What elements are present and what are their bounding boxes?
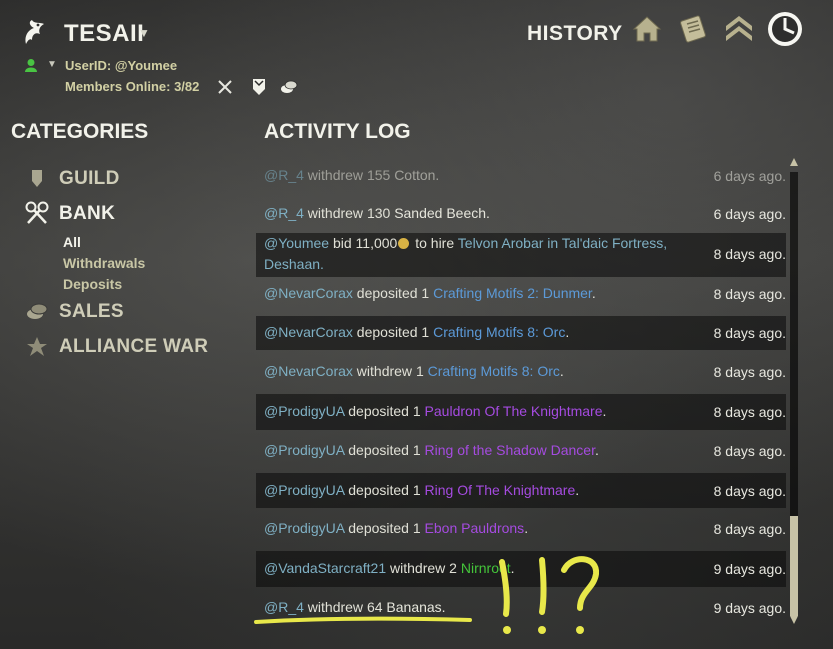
log-qty: 1: [412, 442, 421, 458]
coins-icon: [27, 303, 48, 319]
log-item[interactable]: Ring Of The Knightmare: [425, 482, 576, 498]
log-item[interactable]: Crafting Motifs 2: Dunmer: [433, 285, 592, 301]
log-user[interactable]: @NevarCorax: [264, 363, 353, 379]
log-row: @R_4 withdrew 130 Sanded Beech. 6 days a…: [256, 198, 786, 230]
log-qty: 1: [412, 520, 421, 536]
guild-history-icon[interactable]: [766, 10, 804, 48]
log-user[interactable]: @R_4: [264, 205, 304, 221]
alliance-icon: [27, 337, 47, 356]
log-time: 8 days ago.: [713, 521, 786, 537]
category-bank[interactable]: BANK: [59, 203, 115, 225]
log-row: @R_4 withdrew 155 Cotton. 6 days ago.: [256, 160, 786, 192]
log-row: @ProdigyUA deposited 1 Ring Of The Knigh…: [256, 473, 786, 508]
guild-select-chevron-icon[interactable]: ▼: [138, 26, 150, 40]
log-row: @NevarCorax withdrew 1 Crafting Motifs 8…: [264, 363, 786, 380]
user-status-icon[interactable]: [24, 58, 38, 72]
coins-icon: [281, 80, 298, 93]
log-time: 8 days ago.: [713, 325, 786, 341]
category-sales[interactable]: SALES: [59, 301, 124, 323]
log-qty: 1: [415, 363, 424, 379]
log-action: withdrew: [307, 167, 364, 183]
status-chevron-down-icon[interactable]: ▼: [47, 59, 57, 70]
log-user[interactable]: @ProdigyUA: [264, 520, 344, 536]
log-user[interactable]: @NevarCorax: [264, 285, 353, 301]
log-qty: 1: [421, 324, 430, 340]
log-item[interactable]: Pauldron Of The Knightmare: [425, 403, 603, 419]
log-item[interactable]: Crafting Motifs 8: Orc: [428, 363, 560, 379]
log-user[interactable]: @Youmee: [264, 235, 329, 251]
log-time: 8 days ago.: [713, 404, 786, 420]
shield-banner-icon: [253, 79, 265, 95]
log-trader-name[interactable]: Telvon Arobar in Tal'daic Fortress,: [458, 235, 667, 251]
log-row: @ProdigyUA deposited 1 Pauldron Of The K…: [256, 394, 786, 430]
scroll-icon[interactable]: [676, 12, 710, 46]
log-qty: 1: [421, 285, 430, 301]
log-time: 8 days ago.: [713, 443, 786, 459]
gold-coin-icon: [398, 238, 410, 249]
log-time: 6 days ago.: [713, 206, 786, 222]
log-user[interactable]: @R_4: [264, 167, 304, 183]
log-action: withdrew: [356, 363, 413, 379]
members-online: Members Online: 3/82: [65, 79, 200, 94]
log-action: bid: [332, 235, 352, 251]
bank-sub-withdrawals[interactable]: Withdrawals: [63, 255, 145, 271]
log-trader-location[interactable]: Deshaan.: [264, 256, 324, 272]
scroll-up-arrow-icon[interactable]: [790, 156, 798, 168]
crossed-keys-icon: [218, 80, 232, 94]
log-action: deposited: [348, 482, 409, 498]
shield-icon: [32, 170, 42, 187]
categories-title: CATEGORIES: [11, 120, 149, 143]
category-guild[interactable]: GUILD: [59, 168, 120, 190]
log-row: @ProdigyUA deposited 1 Ebon Pauldrons. 8…: [264, 520, 786, 537]
scrollbar-thumb[interactable]: [790, 516, 798, 616]
keys-icon: [25, 201, 49, 224]
activity-log-title: ACTIVITY LOG: [264, 120, 411, 143]
log-row: @NevarCorax deposited 1 Crafting Motifs …: [264, 285, 786, 302]
bank-sub-all[interactable]: All: [63, 234, 81, 250]
log-action: withdrew: [307, 205, 364, 221]
log-time: 8 days ago.: [713, 286, 786, 302]
handdrawn-annotation: [254, 556, 599, 634]
log-row: @ProdigyUA deposited 1 Ring of the Shado…: [264, 442, 786, 459]
user-id: UserID: @Youmee: [65, 58, 178, 73]
log-action: deposited: [348, 520, 409, 536]
log-user[interactable]: @ProdigyUA: [264, 442, 344, 458]
log-item: Sanded Beech.: [394, 205, 490, 221]
log-time: 6 days ago.: [713, 168, 786, 184]
log-action: deposited: [356, 285, 418, 301]
log-user[interactable]: @ProdigyUA: [264, 403, 344, 419]
log-item[interactable]: Ring of the Shadow Dancer: [425, 442, 595, 458]
log-row: @NevarCorax deposited 1 Crafting Motifs …: [256, 316, 786, 350]
log-item[interactable]: Ebon Pauldrons: [425, 520, 525, 536]
log-row: @Youmee bid 11,000 to hire Telvon Arobar…: [256, 233, 786, 277]
log-action: deposited: [356, 324, 418, 340]
bank-sub-deposits[interactable]: Deposits: [63, 276, 122, 292]
log-qty: 1: [412, 482, 421, 498]
log-user[interactable]: @ProdigyUA: [264, 482, 344, 498]
log-time: 9 days ago.: [713, 600, 786, 616]
log-time: 9 days ago.: [713, 561, 786, 577]
home-icon[interactable]: [630, 12, 664, 46]
log-qty: 11,000: [355, 235, 398, 251]
log-qty: 130: [366, 205, 391, 221]
log-action: deposited: [348, 403, 409, 419]
category-alliance-war[interactable]: ALLIANCE WAR: [59, 336, 208, 358]
log-time: 8 days ago.: [713, 364, 786, 380]
history-title: HISTORY: [527, 22, 623, 45]
scroll-down-arrow-icon[interactable]: [790, 614, 798, 626]
log-time: 8 days ago.: [713, 483, 786, 499]
log-item: to hire: [415, 235, 455, 251]
guild-name[interactable]: TESAII: [64, 20, 144, 48]
log-qty: 155: [366, 167, 391, 183]
guild-heraldry-icon: [25, 20, 44, 44]
log-item[interactable]: Crafting Motifs 8: Orc: [433, 324, 565, 340]
rank-chevrons-icon[interactable]: [722, 12, 756, 46]
log-action: deposited: [348, 442, 409, 458]
log-qty: 1: [412, 403, 421, 419]
log-user[interactable]: @NevarCorax: [264, 324, 353, 340]
log-item: Cotton.: [394, 167, 440, 183]
log-time: 8 days ago.: [713, 246, 786, 262]
